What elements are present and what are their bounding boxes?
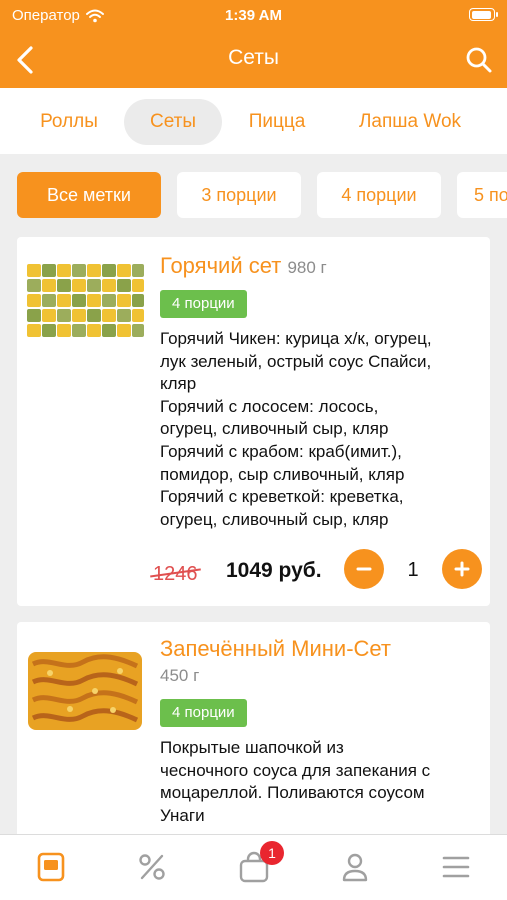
product-name[interactable]: Запечённый Мини-Сет bbox=[160, 636, 391, 662]
tab-cart[interactable]: 1 bbox=[236, 841, 284, 885]
product-image bbox=[25, 646, 145, 736]
filter-chips: Все метки 3 порции 4 порции 5 порций bbox=[0, 172, 507, 218]
product-image bbox=[25, 258, 145, 348]
description-line: Горячий с креветкой: креветка, bbox=[160, 487, 404, 507]
status-bar: Оператор 1:39 AM bbox=[0, 0, 507, 32]
profile-icon bbox=[342, 853, 368, 882]
tab-promotions[interactable] bbox=[134, 849, 170, 885]
product-card[interactable]: Горячий сет 980 г 4 порции Горячий Чикен… bbox=[17, 237, 490, 606]
tab-profile[interactable] bbox=[337, 849, 373, 885]
plus-icon bbox=[454, 561, 470, 577]
search-icon bbox=[466, 47, 492, 73]
cart-count-badge: 1 bbox=[260, 841, 284, 865]
tab-sets[interactable]: Сеты bbox=[124, 99, 222, 145]
product-card[interactable]: Запечённый Мини-Сет 450 г 4 порции Покры… bbox=[17, 622, 490, 838]
description-line: огурец, сливочный сыр, кляр bbox=[160, 419, 389, 439]
page-title: Сеты bbox=[228, 46, 279, 69]
description-line: помидор, сыр сливочный, кляр bbox=[160, 464, 405, 484]
nav-bar: Сеты bbox=[0, 32, 507, 88]
bottom-tab-bar: 1 bbox=[0, 834, 507, 900]
quantity-value: 1 bbox=[407, 559, 419, 581]
product-description: Горячий Чикен: курица х/к, огурец, лук з… bbox=[160, 328, 485, 531]
decrease-quantity-button[interactable] bbox=[344, 549, 384, 589]
status-time: 1:39 AM bbox=[225, 7, 282, 24]
app-header: Оператор 1:39 AM Сеты bbox=[0, 0, 507, 88]
tab-wok[interactable]: Лапша Wok bbox=[344, 99, 476, 145]
percent-icon bbox=[139, 854, 165, 880]
description-line: Горячий с крабом: краб(имит.), bbox=[160, 441, 402, 461]
description-line: Унаги bbox=[160, 805, 205, 825]
category-tabs: Роллы Сеты Пицца Лапша Wok bbox=[0, 88, 507, 154]
increase-quantity-button[interactable] bbox=[442, 549, 482, 589]
description-line: Горячий с лососем: лосось, bbox=[160, 396, 379, 416]
description-line: Горячий Чикен: курица х/к, огурец, bbox=[160, 329, 432, 348]
product-description: Покрытые шапочкой из чесночного соуса дл… bbox=[160, 737, 485, 827]
portion-badge: 4 порции bbox=[160, 290, 247, 318]
filter-all-tags[interactable]: Все метки bbox=[17, 172, 161, 218]
minus-icon bbox=[356, 567, 372, 571]
portion-badge: 4 порции bbox=[160, 699, 247, 727]
tab-more[interactable] bbox=[438, 849, 474, 885]
description-line: лук зеленый, острый соус Спайси, bbox=[160, 351, 432, 371]
product-name: Горячий сет bbox=[160, 253, 282, 278]
description-line: чесночного соуса для запекания с bbox=[160, 760, 431, 780]
description-line: огурец, сливочный сыр, кляр bbox=[160, 509, 389, 529]
description-line: Покрытые шапочкой из bbox=[160, 738, 344, 757]
tab-menu[interactable] bbox=[33, 849, 69, 885]
filter-3-portions[interactable]: 3 порции bbox=[177, 172, 301, 218]
description-line: моцареллой. Поливаются соусом bbox=[160, 783, 425, 803]
search-button[interactable] bbox=[459, 40, 499, 80]
product-weight: 450 г bbox=[160, 666, 200, 685]
menu-icon bbox=[37, 852, 65, 882]
battery-icon bbox=[469, 8, 498, 21]
product-title[interactable]: Горячий сет 980 г bbox=[160, 253, 327, 279]
current-price: 1049 руб. bbox=[226, 559, 322, 582]
product-weight: 980 г bbox=[287, 258, 327, 277]
tab-rolls[interactable]: Роллы bbox=[22, 99, 116, 145]
more-icon bbox=[442, 856, 470, 878]
filter-5-portions[interactable]: 5 порций bbox=[457, 172, 507, 218]
filter-4-portions[interactable]: 4 порции bbox=[317, 172, 441, 218]
old-price: 1246 bbox=[150, 563, 201, 586]
tab-pizza[interactable]: Пицца bbox=[230, 99, 324, 145]
description-line: кляр bbox=[160, 374, 197, 394]
